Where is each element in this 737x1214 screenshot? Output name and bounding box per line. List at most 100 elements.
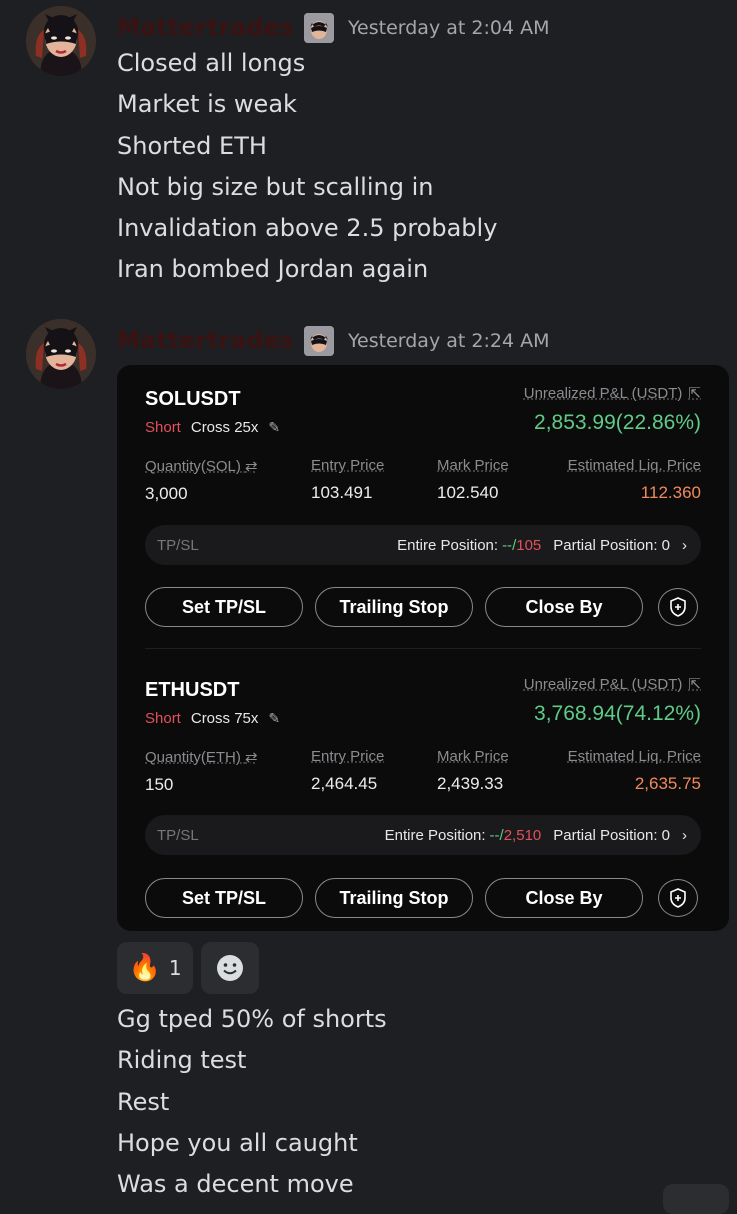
close-by-button[interactable]: Close By <box>485 587 643 627</box>
set-tpsl-button[interactable]: Set TP/SL <box>145 587 303 627</box>
edit-pencil-icon[interactable]: ✎ <box>268 419 280 436</box>
message-line: Closed all longs <box>117 49 306 77</box>
position-side: Short Cross 25x ✎ <box>145 419 280 436</box>
message-timestamp: Yesterday at 2:24 AM <box>347 330 550 352</box>
message-content: Closed all longs Market is weak Shorted … <box>117 43 497 291</box>
upl-value: 3,768.94(74.12%) <box>534 702 701 725</box>
reaction-fire[interactable]: 🔥 1 <box>117 942 193 994</box>
shield-plus-icon[interactable] <box>658 588 698 626</box>
message-line: Shorted ETH <box>117 131 267 160</box>
avatar[interactable] <box>26 319 96 389</box>
mark-value: 102.540 <box>437 483 499 502</box>
smiley-icon <box>217 955 243 981</box>
trailing-stop-button[interactable]: Trailing Stop <box>315 587 473 627</box>
entry-label: Entry Price <box>311 457 385 474</box>
quantity-label-text: Quantity(SOL) <box>145 458 241 475</box>
entry-value: 2,464.45 <box>311 774 378 793</box>
entire-tp: -- <box>502 536 513 554</box>
swap-icon[interactable]: ⇄ <box>245 458 258 475</box>
role-badge-icon <box>303 13 334 43</box>
edit-pencil-icon[interactable]: ✎ <box>268 710 280 727</box>
tpsl-label: TP/SL <box>157 826 199 844</box>
mark-value: 2,439.33 <box>437 774 504 793</box>
fire-emoji-icon: 🔥 <box>128 953 161 983</box>
trailing-stop-button[interactable]: Trailing Stop <box>315 878 473 918</box>
message-line: Was a decent move <box>117 1170 354 1199</box>
side-short: Short <box>145 419 181 436</box>
upl-label-text: Unrealized P&L (USDT) <box>523 384 683 402</box>
side-short: Short <box>145 710 181 727</box>
avatar[interactable] <box>26 6 96 76</box>
tpsl-bar[interactable]: TP/SL Entire Position: --/105 Partial Po… <box>145 525 701 565</box>
message-line: Rest <box>117 1087 170 1116</box>
reaction-count: 1 <box>168 956 182 980</box>
message-header: Mattertrades Yesterday at 2:04 AM <box>117 11 549 45</box>
position-actions: Set TP/SL Trailing Stop Close By <box>145 587 701 627</box>
liq-column: Estimated Liq. Price 2,635.75 <box>568 748 701 794</box>
message-timestamp: Yesterday at 2:04 AM <box>347 17 550 39</box>
position-symbol: SOLUSDT <box>145 388 241 410</box>
entire-position-label: Entire Position: <box>384 826 486 844</box>
message-line: Gg tped 50% of shorts <box>117 1005 387 1033</box>
close-by-button[interactable]: Close By <box>485 878 643 918</box>
mark-label: Mark Price <box>437 748 509 765</box>
set-tpsl-button[interactable]: Set TP/SL <box>145 878 303 918</box>
divider <box>145 648 701 649</box>
margin-mode[interactable]: Cross 25x <box>191 419 259 436</box>
quantity-label[interactable]: Quantity(ETH) ⇄ <box>145 748 258 766</box>
quantity-value: 150 <box>145 775 174 794</box>
mark-column: Mark Price 2,439.33 <box>437 748 509 794</box>
quantity-label-text: Quantity(ETH) <box>145 749 241 766</box>
message-header: Mattertrades Yesterday at 2:24 AM <box>117 324 549 358</box>
liq-label: Estimated Liq. Price <box>567 748 701 765</box>
tpsl-summary: Entire Position: --/105 Partial Position… <box>397 537 687 554</box>
entire-position-label: Entire Position: <box>397 536 499 554</box>
message-line: Riding test <box>117 1046 247 1075</box>
swap-icon[interactable]: ⇄ <box>245 749 258 766</box>
entry-column: Entry Price 2,464.45 <box>311 748 384 794</box>
message-line: Not big size but scalling in <box>117 172 434 201</box>
liq-value: 2,635.75 <box>634 774 701 793</box>
message-line: Iran bombed Jordan again <box>117 255 429 284</box>
tpsl-label: TP/SL <box>157 536 199 554</box>
upl-label: Unrealized P&L (USDT) ⇱ <box>524 675 701 694</box>
position-symbol: ETHUSDT <box>145 679 240 701</box>
share-external-icon[interactable]: ⇱ <box>688 384 701 402</box>
mark-label: Mark Price <box>437 457 509 474</box>
message-line: Invalidation above 2.5 probably <box>117 214 498 243</box>
margin-mode[interactable]: Cross 75x <box>191 710 259 727</box>
liq-column: Estimated Liq. Price 112.360 <box>568 457 701 503</box>
positions-card: SOLUSDT Short Cross 25x ✎ Unrealized P&L… <box>117 365 729 931</box>
scroll-to-bottom-button[interactable] <box>663 1184 729 1214</box>
entry-label: Entry Price <box>311 748 385 765</box>
username[interactable]: Mattertrades <box>117 15 294 41</box>
position-actions: Set TP/SL Trailing Stop Close By <box>145 878 701 918</box>
message-line: Hope you all caught <box>117 1128 358 1157</box>
message-line: Market is weak <box>117 90 297 119</box>
username[interactable]: Mattertrades <box>117 328 294 354</box>
entire-sl: 2,510 <box>503 826 542 844</box>
shield-plus-icon[interactable] <box>658 879 698 917</box>
upl-value: 2,853.99(22.86%) <box>534 411 701 434</box>
quantity-column: Quantity(ETH) ⇄ 150 <box>145 748 258 795</box>
quantity-label[interactable]: Quantity(SOL) ⇄ <box>145 457 258 475</box>
entire-sl: 105 <box>516 536 542 554</box>
add-reaction-button[interactable] <box>201 942 259 994</box>
share-external-icon[interactable]: ⇱ <box>688 675 701 693</box>
quantity-value: 3,000 <box>145 484 188 503</box>
quantity-column: Quantity(SOL) ⇄ 3,000 <box>145 457 258 504</box>
tpsl-bar[interactable]: TP/SL Entire Position: --/2,510 Partial … <box>145 815 701 855</box>
entire-tp: -- <box>489 826 500 844</box>
liq-label: Estimated Liq. Price <box>567 457 701 474</box>
upl-label: Unrealized P&L (USDT) ⇱ <box>523 384 701 403</box>
position-side: Short Cross 75x ✎ <box>145 710 280 727</box>
chevron-right-icon[interactable]: › <box>682 537 687 554</box>
liq-value: 112.360 <box>640 483 701 502</box>
chevron-right-icon[interactable]: › <box>682 827 687 844</box>
entry-column: Entry Price 103.491 <box>311 457 384 503</box>
mark-column: Mark Price 102.540 <box>437 457 509 503</box>
entry-value: 103.491 <box>311 483 373 502</box>
message-content: Gg tped 50% of shorts Riding test Rest H… <box>117 999 387 1205</box>
partial-position: Partial Position: 0 <box>553 826 670 844</box>
reactions-bar: 🔥 1 <box>117 942 259 994</box>
